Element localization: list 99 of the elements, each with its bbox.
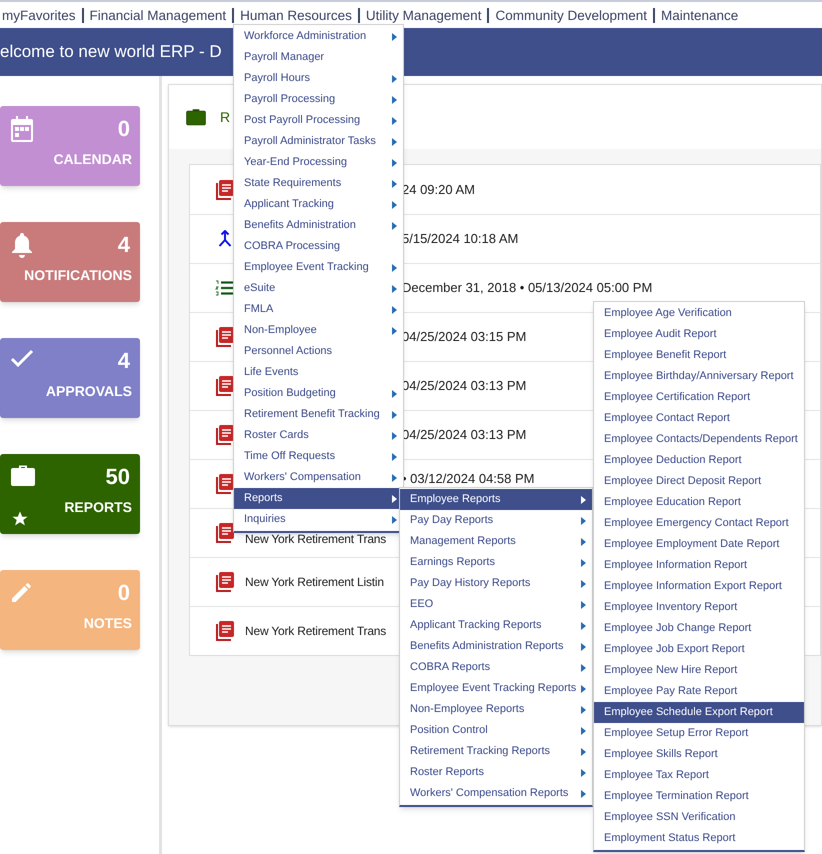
nav-menu-item[interactable]: Community Development (487, 8, 654, 22)
nav-menu-item[interactable]: myFavorites (0, 8, 82, 22)
tile-label: CALENDAR (53, 151, 132, 167)
menu-item[interactable]: COBRA Processing (234, 236, 403, 257)
menu-item[interactable]: Workers' Compensation (234, 467, 403, 488)
menu-item[interactable]: Employee Pay Rate Report (594, 681, 804, 702)
report-entry[interactable]: New York Retirement Trans (245, 530, 386, 548)
menu-item[interactable]: Payroll Processing (234, 89, 403, 110)
briefcase-icon (10, 464, 36, 488)
menu-item[interactable]: Employee Schedule Export Report (594, 702, 804, 723)
menu-item[interactable]: Employee Contacts/Dependents Report (594, 429, 804, 450)
menu-item[interactable]: Position Control (400, 720, 592, 741)
menu-item[interactable]: Employee Audit Report (594, 324, 804, 345)
menu-item[interactable]: Employee Inventory Report (594, 597, 804, 618)
menu-item[interactable]: Inquiries (234, 509, 403, 530)
nav-menu-item[interactable]: Financial Management (82, 8, 232, 22)
check-icon (10, 348, 34, 368)
menu-item[interactable]: Employee Information Report (594, 555, 804, 576)
pencil-icon (10, 580, 34, 604)
menu-item[interactable]: COBRA Reports (400, 657, 592, 678)
menu-item[interactable]: Applicant Tracking Reports (400, 615, 592, 636)
report-entry[interactable]: 04/25/2024 03:13 PM (402, 376, 526, 396)
menu-item[interactable]: FMLA (234, 299, 403, 320)
menu-item[interactable]: Benefits Administration (234, 215, 403, 236)
menu-item[interactable]: Workforce Administration (234, 26, 403, 47)
menu-item[interactable]: Personnel Actions (234, 341, 403, 362)
menu-item[interactable]: Applicant Tracking (234, 194, 403, 215)
menu-item[interactable]: Employee Termination Report (594, 786, 804, 807)
tile-count: 0 (118, 116, 130, 142)
menu-item[interactable]: Employee Job Export Report (594, 639, 804, 660)
menu-item[interactable]: Employee New Hire Report (594, 660, 804, 681)
menu-item[interactable]: Workers' Compensation Reports (400, 783, 592, 804)
report-entry[interactable]: 5/15/2024 10:18 AM (402, 229, 518, 249)
menu-item[interactable]: Employee Employment Date Report (594, 534, 804, 555)
menu-item[interactable]: Employment Status Report (594, 828, 804, 849)
tile-label: NOTIFICATIONS (24, 267, 132, 283)
report-entry[interactable]: New York Retirement Listin (245, 573, 384, 591)
tile-count: 4 (118, 348, 130, 374)
menu-item[interactable]: Employee Emergency Contact Report (594, 513, 804, 534)
menu-item[interactable]: Retirement Tracking Reports (400, 741, 592, 762)
menu-item[interactable]: State Requirements (234, 173, 403, 194)
tile-count: 4 (118, 232, 130, 258)
menu-item[interactable]: Employee Setup Error Report (594, 723, 804, 744)
summary-tile[interactable]: 4 APPROVALS (0, 338, 140, 418)
menu-item[interactable]: Benefits Administration Reports (400, 636, 592, 657)
page-title: elcome to new world ERP - D (0, 41, 222, 64)
menu-item[interactable]: Employee Birthday/Anniversary Report (594, 366, 804, 387)
bell-icon (10, 232, 34, 258)
merge-arrow-icon (218, 230, 232, 248)
tile-label: APPROVALS (46, 383, 132, 399)
summary-tile[interactable]: 50 REPORTS (0, 454, 140, 534)
tile-count: 0 (118, 580, 130, 606)
pdf-file-icon (215, 571, 235, 593)
menu-item[interactable]: Employee Event Tracking (234, 257, 403, 278)
menu-item[interactable]: EEO (400, 594, 592, 615)
panel-title: R (220, 108, 230, 126)
menu-item[interactable]: Employee Age Verification (594, 303, 804, 324)
menu-item[interactable]: eSuite (234, 278, 403, 299)
menu-item[interactable]: Life Events (234, 362, 403, 383)
menu-item[interactable]: Time Off Requests (234, 446, 403, 467)
report-entry[interactable]: New York Retirement Trans (245, 622, 386, 640)
tile-label: REPORTS (64, 499, 132, 515)
briefcase-icon (186, 108, 206, 126)
menu-item[interactable]: Post Payroll Processing (234, 110, 403, 131)
menu-item[interactable]: Pay Day Reports (400, 510, 592, 531)
menu-item[interactable]: Position Budgeting (234, 383, 403, 404)
numbered-list-icon (215, 280, 235, 296)
menu-item[interactable]: Payroll Hours (234, 68, 403, 89)
tile-count: 50 (106, 464, 130, 490)
menu-item[interactable]: Non-Employee Reports (400, 699, 592, 720)
menu-item[interactable]: Pay Day History Reports (400, 573, 592, 594)
menu-item[interactable]: Payroll Administrator Tasks (234, 131, 403, 152)
calendar-icon (10, 116, 34, 142)
menu-item[interactable]: Employee Direct Deposit Report (594, 471, 804, 492)
menu-item[interactable]: Earnings Reports (400, 552, 592, 573)
report-entry[interactable]: 04/25/2024 03:15 PM (402, 327, 526, 347)
menu-item[interactable]: Employee Education Report (594, 492, 804, 513)
menu-item[interactable]: Employee Tax Report (594, 765, 804, 786)
menu-item[interactable]: Employee Event Tracking Reports (400, 678, 592, 699)
menu-item[interactable]: Employee Deduction Report (594, 450, 804, 471)
menu-item[interactable]: Employee Contact Report (594, 408, 804, 429)
menu-item[interactable]: Employee SSN Verification (594, 807, 804, 828)
tile-label: NOTES (84, 615, 132, 631)
menu-item[interactable]: Employee Job Change Report (594, 618, 804, 639)
menu-item[interactable]: Roster Reports (400, 762, 592, 783)
menu-item[interactable]: Roster Cards (234, 425, 403, 446)
menu-item[interactable]: Employee Benefit Report (594, 345, 804, 366)
pdf-file-icon (215, 620, 235, 642)
menu-item[interactable]: Employee Reports (400, 489, 592, 510)
report-entry[interactable]: 04/25/2024 03:13 PM (402, 425, 526, 445)
menu-item[interactable]: Retirement Benefit Tracking (234, 404, 403, 425)
menu-item[interactable]: Year-End Processing (234, 152, 403, 173)
nav-menu-item[interactable]: Maintenance (653, 8, 744, 22)
menu-item[interactable]: Non-Employee (234, 320, 403, 341)
menu-item[interactable]: Employee Skills Report (594, 744, 804, 765)
menu-item[interactable]: Employee Certification Report (594, 387, 804, 408)
menu-item[interactable]: Management Reports (400, 531, 592, 552)
menu-item[interactable]: Payroll Manager (234, 47, 403, 68)
menu-item[interactable]: Employee Information Export Report (594, 576, 804, 597)
